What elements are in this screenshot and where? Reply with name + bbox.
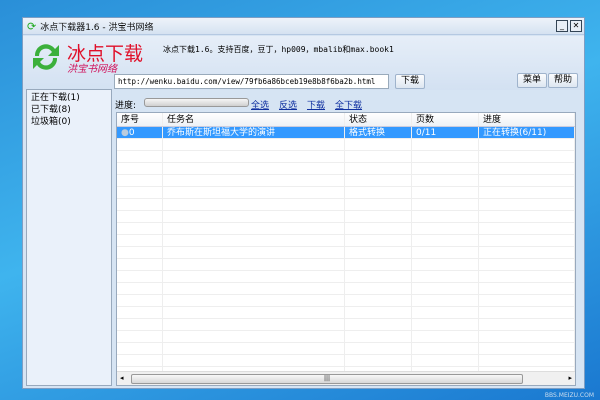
- empty-row: [117, 307, 575, 319]
- empty-row: [117, 319, 575, 331]
- menu-button[interactable]: 菜单: [517, 73, 547, 88]
- scroll-left-icon[interactable]: ◂: [120, 374, 124, 382]
- cell-task-name: 乔布斯在斯坦福大学的演讲: [163, 127, 345, 138]
- refresh-logo-icon: [33, 44, 59, 70]
- download-link[interactable]: 下载: [307, 98, 325, 111]
- cell-progress: 正在转换(6/11): [479, 127, 575, 138]
- task-icon: ●: [121, 128, 129, 138]
- info-text: 冰点下载1.6。支持百度，豆丁，hp009，mbalib和max.book1: [163, 45, 394, 54]
- download-button[interactable]: 下载: [395, 74, 425, 89]
- sidebar: 正在下载(1) 已下载(8) 垃圾箱(0): [26, 89, 112, 386]
- col-pages[interactable]: 页数: [412, 113, 479, 126]
- empty-row: [117, 139, 575, 151]
- app-icon: ⟳: [27, 19, 37, 33]
- minimize-button[interactable]: _: [556, 20, 568, 32]
- scroll-right-icon[interactable]: ▸: [568, 374, 572, 382]
- sidebar-item-downloading[interactable]: 正在下载(1): [31, 92, 107, 104]
- empty-row: [117, 223, 575, 235]
- empty-row: [117, 271, 575, 283]
- help-button[interactable]: 帮助: [548, 73, 578, 88]
- cell-index: 0: [128, 128, 135, 138]
- select-all-link[interactable]: 全选: [251, 98, 269, 111]
- col-index[interactable]: 序号: [117, 113, 163, 126]
- empty-row: [117, 259, 575, 271]
- empty-row: [117, 151, 575, 163]
- title-bar: ⟳ 冰点下载器1.6 - 洪宝书网络 _ ✕: [23, 18, 584, 35]
- app-window: ⟳ 冰点下载器1.6 - 洪宝书网络 _ ✕ 冰点下载 洪宝书网络 冰点下载1.…: [22, 17, 585, 389]
- progress-bar: [144, 98, 249, 107]
- cell-status: 格式转换: [345, 127, 412, 138]
- empty-row: [117, 295, 575, 307]
- close-button[interactable]: ✕: [570, 20, 582, 32]
- empty-row: [117, 187, 575, 199]
- horizontal-scrollbar[interactable]: ◂ ||| ▸: [117, 371, 575, 385]
- table-row[interactable]: ●0 乔布斯在斯坦福大学的演讲 格式转换 0/11 正在转换(6/11): [117, 127, 575, 139]
- empty-rows: [117, 139, 575, 379]
- url-input[interactable]: http://wenku.baidu.com/view/79fb6a86bceb…: [114, 74, 389, 89]
- invert-selection-link[interactable]: 反选: [279, 98, 297, 111]
- progress-label: 进度:: [115, 101, 137, 111]
- empty-row: [117, 175, 575, 187]
- empty-row: [117, 283, 575, 295]
- empty-row: [117, 247, 575, 259]
- window-title: 冰点下载器1.6 - 洪宝书网络: [40, 22, 154, 33]
- col-progress[interactable]: 进度: [479, 113, 575, 126]
- brand-subtitle: 洪宝书网络: [67, 64, 117, 75]
- task-table: 序号 任务名 状态 页数 进度 ●0 乔布斯在斯坦福大学的演讲 格式转换 0/1…: [116, 112, 576, 386]
- empty-row: [117, 355, 575, 367]
- empty-row: [117, 199, 575, 211]
- empty-row: [117, 211, 575, 223]
- sidebar-item-trash[interactable]: 垃圾箱(0): [31, 116, 107, 128]
- watermark: BBS.MEIZU.COM: [544, 392, 594, 399]
- empty-row: [117, 163, 575, 175]
- download-all-link[interactable]: 全下载: [335, 98, 362, 111]
- col-task-name[interactable]: 任务名: [163, 113, 345, 126]
- cell-pages: 0/11: [412, 127, 479, 138]
- sidebar-item-downloaded[interactable]: 已下载(8): [31, 104, 107, 116]
- scrollbar-thumb[interactable]: |||: [131, 374, 523, 384]
- empty-row: [117, 331, 575, 343]
- empty-row: [117, 343, 575, 355]
- col-status[interactable]: 状态: [345, 113, 412, 126]
- table-header: 序号 任务名 状态 页数 进度: [117, 113, 575, 127]
- empty-row: [117, 235, 575, 247]
